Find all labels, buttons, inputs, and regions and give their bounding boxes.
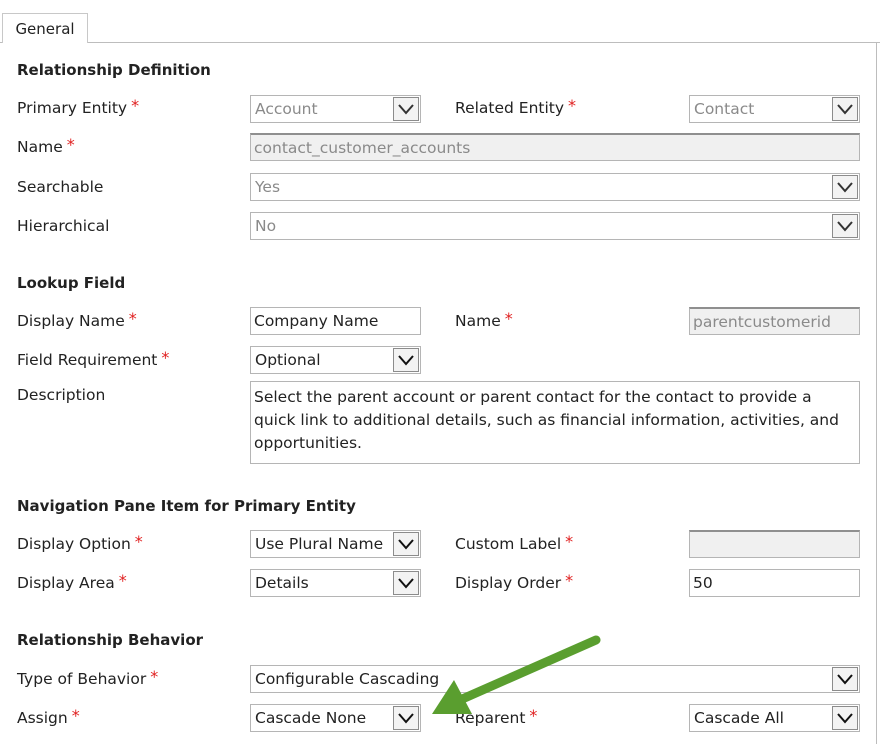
display-area-select[interactable]: Details (250, 569, 421, 597)
tab-divider (0, 42, 880, 43)
chevron-down-icon[interactable] (393, 571, 419, 595)
display-option-select[interactable]: Use Plural Name (250, 530, 421, 558)
display-area-label: Display Area * (17, 571, 127, 593)
type-of-behavior-label: Type of Behavior * (17, 667, 159, 689)
section-relationship-definition: Relationship Definition (17, 61, 211, 79)
required-marker: * (131, 96, 140, 115)
relationship-name-field[interactable]: contact_customer_accounts (250, 133, 860, 161)
chevron-down-icon[interactable] (393, 348, 419, 372)
searchable-select[interactable]: Yes (250, 173, 860, 201)
display-option-label: Display Option * (17, 532, 143, 554)
related-entity-select[interactable]: Contact (689, 95, 860, 123)
required-marker: * (565, 571, 574, 590)
display-order-label: Display Order * (455, 571, 574, 593)
required-marker: * (568, 96, 577, 115)
description-textarea[interactable]: Select the parent account or parent cont… (250, 381, 860, 464)
section-lookup-field: Lookup Field (17, 274, 126, 292)
assign-label: Assign * (17, 706, 80, 728)
required-marker: * (565, 532, 574, 551)
chevron-down-icon[interactable] (832, 214, 858, 238)
field-requirement-label: Field Requirement * (17, 348, 170, 370)
hierarchical-select[interactable]: No (250, 212, 860, 240)
chevron-down-icon[interactable] (393, 532, 419, 556)
primary-entity-select[interactable]: Account (250, 95, 421, 123)
annotation-arrow-icon (432, 635, 601, 714)
reparent-select[interactable]: Cascade All (689, 704, 860, 732)
searchable-label: Searchable (17, 178, 104, 196)
form-right-border (876, 42, 877, 744)
related-entity-label: Related Entity * (455, 96, 577, 118)
section-relationship-behavior: Relationship Behavior (17, 631, 204, 649)
chevron-down-icon[interactable] (393, 97, 419, 121)
required-marker: * (118, 571, 127, 590)
required-marker: * (128, 309, 137, 328)
field-requirement-select[interactable]: Optional (250, 346, 421, 374)
chevron-down-icon[interactable] (832, 667, 858, 691)
display-order-field[interactable]: 50 (689, 569, 860, 597)
required-marker: * (134, 532, 143, 551)
assign-select[interactable]: Cascade None (250, 704, 421, 732)
chevron-down-icon[interactable] (832, 706, 858, 730)
required-marker: * (150, 667, 159, 686)
name-label: Name * (17, 135, 75, 157)
required-marker: * (161, 348, 170, 367)
required-marker: * (66, 135, 75, 154)
display-name-label: Display Name * (17, 309, 137, 331)
lookup-name-label: Name * (455, 309, 513, 331)
lookup-name-field[interactable]: parentcustomerid (689, 307, 860, 335)
custom-label-label: Custom Label * (455, 532, 574, 554)
section-navigation-pane: Navigation Pane Item for Primary Entity (17, 497, 356, 515)
primary-entity-label: Primary Entity * (17, 96, 140, 118)
custom-label-field[interactable] (689, 530, 860, 558)
display-name-field[interactable]: Company Name (250, 307, 421, 335)
chevron-down-icon[interactable] (832, 175, 858, 199)
tab-general[interactable]: General (2, 13, 88, 43)
chevron-down-icon[interactable] (393, 706, 419, 730)
required-marker: * (71, 706, 80, 725)
description-label: Description (17, 386, 106, 404)
chevron-down-icon[interactable] (832, 97, 858, 121)
required-marker: * (504, 309, 513, 328)
hierarchical-label: Hierarchical (17, 217, 110, 235)
